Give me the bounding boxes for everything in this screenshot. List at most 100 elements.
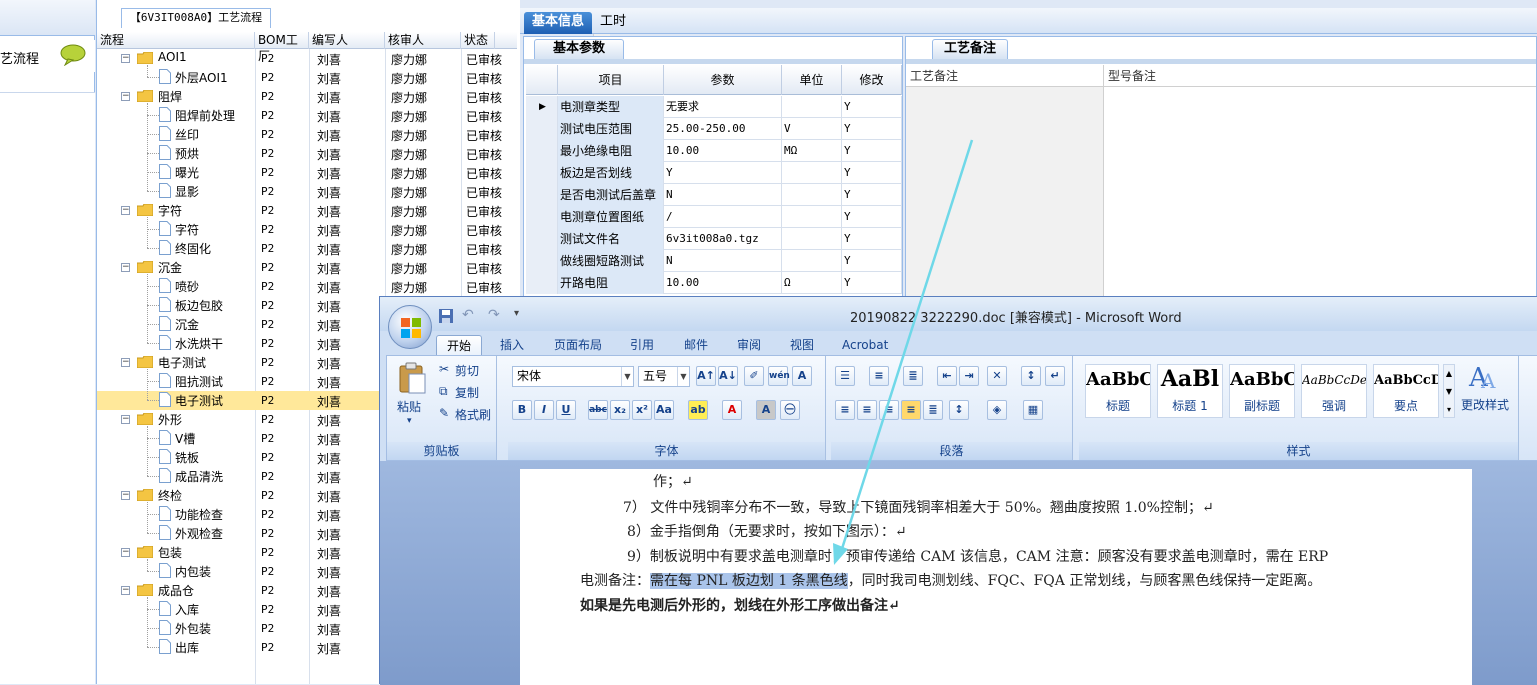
param-value-cell[interactable]: Y: [664, 162, 782, 184]
param-row[interactable]: ▶ 电测章类型 无要求 Y: [526, 96, 902, 118]
font-color-icon[interactable]: A: [722, 400, 742, 420]
row-indicator[interactable]: [526, 250, 558, 272]
row-indicator[interactable]: [526, 272, 558, 294]
format-painter-button[interactable]: 格式刷: [455, 406, 491, 423]
ribbon-tab-mailings[interactable]: 邮件: [684, 335, 708, 355]
paste-icon[interactable]: [397, 362, 427, 394]
undo-icon[interactable]: ↶: [462, 307, 474, 323]
param-value-cell[interactable]: N: [664, 250, 782, 272]
param-row[interactable]: 开路电阻 10.00 Ω Y: [526, 272, 902, 294]
param-value-cell[interactable]: N: [664, 184, 782, 206]
tab-basic-params[interactable]: 基本参数: [534, 39, 624, 59]
param-value-cell[interactable]: 6v3it008a0.tgz: [664, 228, 782, 250]
tree-leaf-row[interactable]: 喷砂 P2 刘喜 廖力娜 已审核: [97, 277, 517, 296]
align-left-icon[interactable]: ≡: [835, 400, 855, 420]
collapse-toggle-icon[interactable]: −: [121, 263, 130, 272]
chevron-down-icon[interactable]: ▼: [621, 367, 633, 386]
redo-icon[interactable]: ↷: [488, 307, 500, 323]
param-value-cell[interactable]: 25.00-250.00: [664, 118, 782, 140]
show-marks-icon[interactable]: ↵: [1045, 366, 1065, 386]
superscript-icon[interactable]: x²: [632, 400, 652, 420]
col-header-unit[interactable]: 单位: [782, 65, 842, 95]
style-heading-1[interactable]: AaBl 标题 1: [1157, 364, 1223, 418]
param-row[interactable]: 是否电测试后盖章 N Y: [526, 184, 902, 206]
bold-icon[interactable]: B: [512, 400, 532, 420]
collapse-toggle-icon[interactable]: −: [121, 586, 130, 595]
sort-icon[interactable]: ↕: [1021, 366, 1041, 386]
col-header-process-note[interactable]: 工艺备注: [906, 65, 1104, 87]
param-value-cell[interactable]: 无要求: [664, 96, 782, 118]
ribbon-tab-layout[interactable]: 页面布局: [554, 335, 602, 355]
tree-leaf-row[interactable]: 预烘 P2 刘喜 廖力娜 已审核: [97, 144, 517, 163]
copy-icon[interactable]: ⧉: [439, 384, 448, 399]
strikethrough-icon[interactable]: abc: [588, 400, 608, 420]
style-strong[interactable]: AaBbCcD 要点: [1373, 364, 1439, 418]
col-header-modify[interactable]: 修改: [842, 65, 902, 95]
decrease-indent-icon[interactable]: ⇤: [937, 366, 957, 386]
row-indicator[interactable]: [526, 184, 558, 206]
style-subtitle[interactable]: AaBbC 副标题: [1229, 364, 1295, 418]
row-indicator[interactable]: [526, 228, 558, 250]
row-indicator[interactable]: [526, 162, 558, 184]
tree-leaf-row[interactable]: 显影 P2 刘喜 廖力娜 已审核: [97, 182, 517, 201]
param-row[interactable]: 板边是否划线 Y Y: [526, 162, 902, 184]
col-header-writer[interactable]: 编写人: [309, 32, 385, 49]
styles-scroll[interactable]: ▲ ▼ ▾: [1443, 364, 1455, 418]
param-row[interactable]: 测试电压范围 25.00-250.00 V Y: [526, 118, 902, 140]
shading-icon[interactable]: ◈: [987, 400, 1007, 420]
increase-indent-icon[interactable]: ⇥: [959, 366, 979, 386]
tree-leaf-row[interactable]: 终固化 P2 刘喜 廖力娜 已审核: [97, 239, 517, 258]
tab-process-notes[interactable]: 工艺备注: [932, 39, 1008, 59]
param-row[interactable]: 测试文件名 6v3it008a0.tgz Y: [526, 228, 902, 250]
collapse-toggle-icon[interactable]: −: [121, 548, 130, 557]
tree-leaf-row[interactable]: 丝印 P2 刘喜 廖力娜 已审核: [97, 125, 517, 144]
param-value-cell[interactable]: 10.00: [664, 272, 782, 294]
change-styles-icon[interactable]: A A: [1467, 362, 1499, 390]
cut-icon[interactable]: ✂: [439, 362, 449, 376]
col-header-bom[interactable]: BOM工厂: [255, 32, 309, 63]
tree-group-row[interactable]: − 阻焊 P2 刘喜 廖力娜 已审核: [97, 87, 517, 106]
style-title[interactable]: AaBbC 标题: [1085, 364, 1151, 418]
ribbon-tab-view[interactable]: 视图: [790, 335, 814, 355]
style-emphasis[interactable]: AaBbCcDe 强调: [1301, 364, 1367, 418]
col-header-flow[interactable]: 流程: [97, 32, 255, 49]
collapse-toggle-icon[interactable]: −: [121, 92, 130, 101]
font-size-combo[interactable]: 五号 ▼: [638, 366, 690, 387]
tab-basic-info[interactable]: 基本信息: [524, 12, 593, 34]
multilevel-list-icon[interactable]: ≣: [903, 366, 923, 386]
subscript-icon[interactable]: x₂: [610, 400, 630, 420]
collapse-toggle-icon[interactable]: −: [121, 206, 130, 215]
shrink-font-icon[interactable]: A↓: [718, 366, 738, 386]
paste-button[interactable]: 粘贴: [397, 398, 421, 415]
param-row[interactable]: 最小绝缘电阻 10.00 MΩ Y: [526, 140, 902, 162]
char-border-icon[interactable]: A: [792, 366, 812, 386]
ribbon-tab-review[interactable]: 审阅: [737, 335, 761, 355]
param-value-cell[interactable]: 10.00: [664, 140, 782, 162]
paste-dropdown-icon[interactable]: ▾: [407, 416, 412, 426]
collapse-toggle-icon[interactable]: −: [121, 491, 130, 500]
borders-icon[interactable]: ▦: [1023, 400, 1043, 420]
tree-leaf-row[interactable]: 字符 P2 刘喜 廖力娜 已审核: [97, 220, 517, 239]
copy-button[interactable]: 复制: [455, 384, 479, 401]
grow-font-icon[interactable]: A↑: [696, 366, 716, 386]
justify-icon[interactable]: ≡: [901, 400, 921, 420]
change-case-icon[interactable]: Aa: [654, 400, 674, 420]
align-right-icon[interactable]: ≡: [879, 400, 899, 420]
underline-icon[interactable]: U: [556, 400, 576, 420]
col-header-item[interactable]: 项目: [558, 65, 664, 95]
align-center-icon[interactable]: ≡: [857, 400, 877, 420]
change-styles-button[interactable]: 更改样式: [1461, 396, 1509, 413]
italic-icon[interactable]: I: [534, 400, 554, 420]
tree-group-row[interactable]: − 字符 P2 刘喜 廖力娜 已审核: [97, 201, 517, 220]
format-painter-icon[interactable]: ✎: [439, 406, 449, 420]
phonetic-guide-icon[interactable]: wén: [768, 366, 790, 386]
chat-bubble-icon[interactable]: [60, 44, 86, 66]
bullets-icon[interactable]: ☰: [835, 366, 855, 386]
chevron-down-icon[interactable]: ▼: [677, 367, 689, 386]
enclose-char-icon[interactable]: ㊀: [780, 400, 800, 420]
tree-group-row[interactable]: − AOI1 P2 刘喜 廖力娜 已审核: [97, 49, 517, 68]
col-header-status[interactable]: 状态: [461, 32, 495, 49]
char-shading-icon[interactable]: A: [756, 400, 776, 420]
tree-group-row[interactable]: − 沉金 P2 刘喜 廖力娜 已审核: [97, 258, 517, 277]
param-value-cell[interactable]: /: [664, 206, 782, 228]
